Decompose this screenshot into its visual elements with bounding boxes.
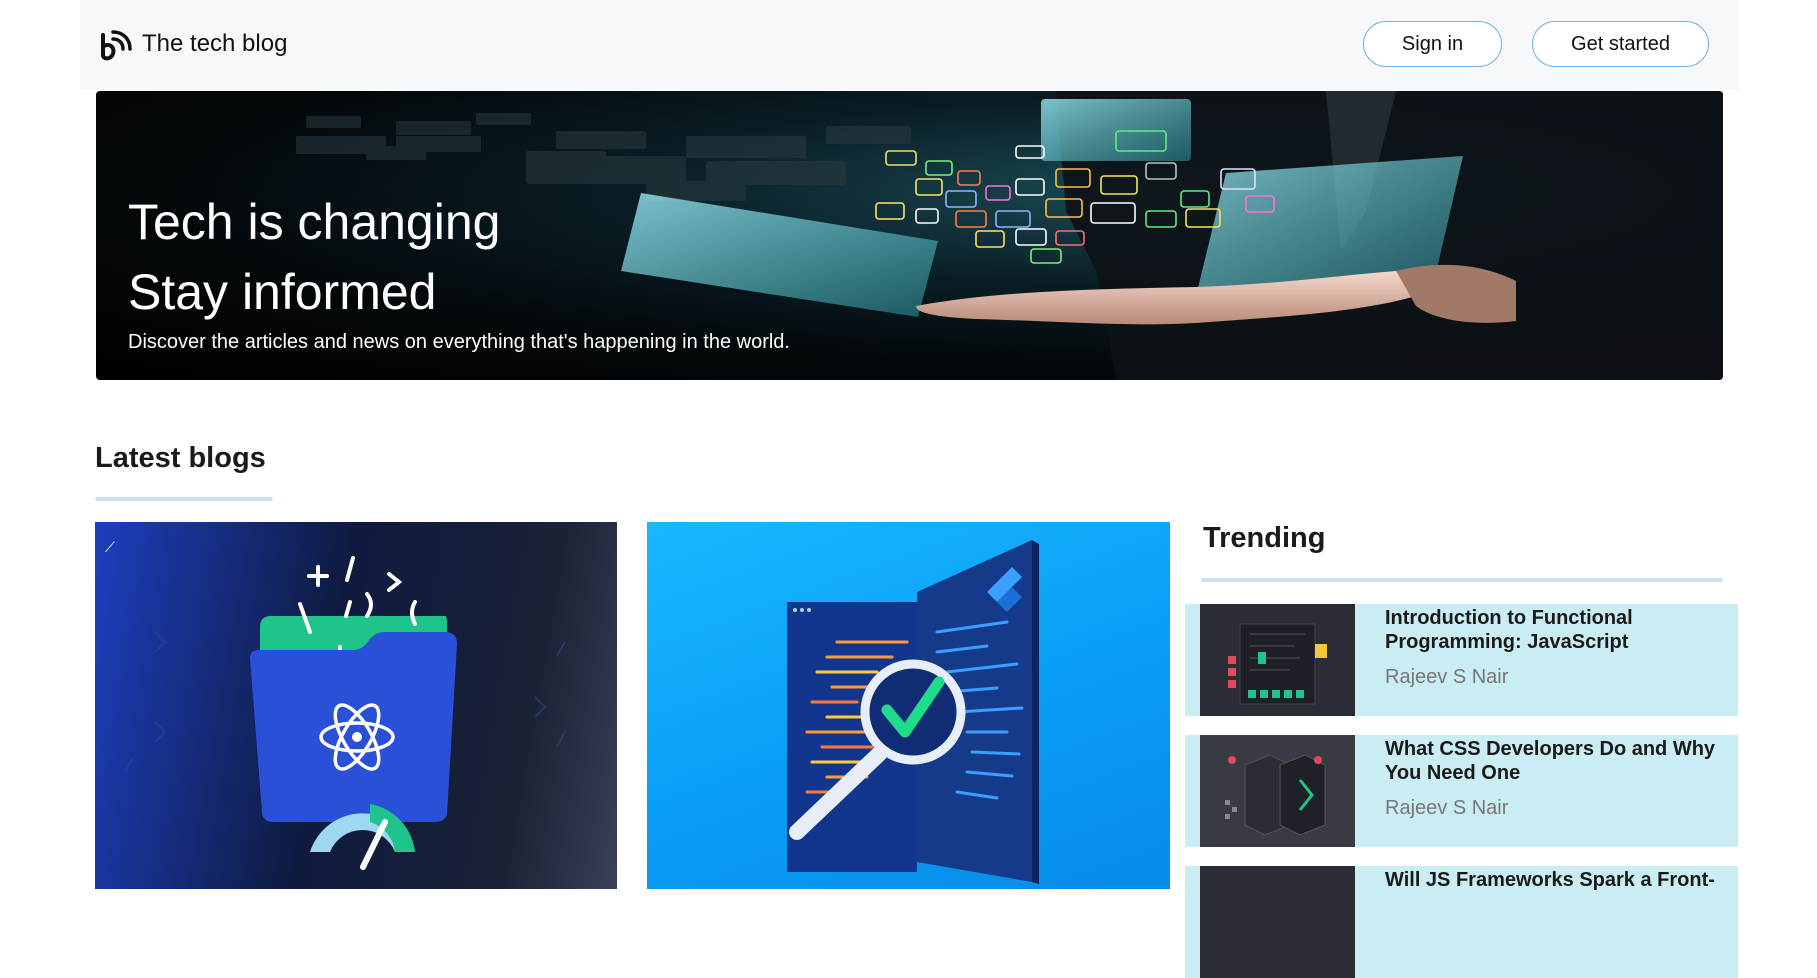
get-started-button[interactable]: Get started [1532,21,1709,67]
hero-banner: Tech is changing Stay informed Discover … [96,91,1723,380]
trending-thumbnail [1200,735,1355,847]
hero-title-line1: Tech is changing [128,194,501,250]
trending-item-title[interactable]: Will JS Frameworks Spark a Front- [1385,868,1725,892]
trending-item-title[interactable]: What CSS Developers Do and Why You Need … [1385,737,1725,785]
sign-in-button[interactable]: Sign in [1363,21,1502,67]
trending-item-author: Rajeev S Nair [1385,797,1509,819]
brand-name: The tech blog [142,30,288,57]
trending-underline [1201,578,1723,582]
hero-subtitle: Discover the articles and news on everyt… [128,331,790,353]
navbar: The tech blog Sign in Get started [80,0,1738,90]
trending-item[interactable]: What CSS Developers Do and Why You Need … [1185,735,1738,847]
blog-logo-icon [101,30,132,61]
trending-item-author: Rajeev S Nair [1385,666,1509,688]
css-developers-thumbnail-image [1200,735,1355,847]
trending-heading: Trending [1203,522,1326,554]
hero-title: Tech is changing Stay informed [128,187,500,327]
blog-card-image-react[interactable]: ⟋ [95,522,617,889]
brand[interactable]: The tech blog [98,27,287,61]
code-review-illustration [787,540,1039,884]
svg-text:⟋: ⟋ [105,540,115,556]
trending-item[interactable]: Will JS Frameworks Spark a Front- [1185,866,1738,978]
trending-item[interactable]: Introduction to Functional Programming: … [1185,604,1738,716]
latest-blogs-heading: Latest blogs [95,442,266,474]
latest-blogs-underline [95,497,273,501]
blog-card-image-testing[interactable] [647,522,1170,889]
trending-thumbnail [1200,866,1355,978]
trending-thumbnail [1200,604,1355,716]
trending-item-title[interactable]: Introduction to Functional Programming: … [1385,606,1725,654]
react-folder-illustration: ⟋ [105,540,566,870]
hero-title-line2: Stay informed [128,264,437,320]
functional-programming-thumbnail-image [1200,604,1355,716]
